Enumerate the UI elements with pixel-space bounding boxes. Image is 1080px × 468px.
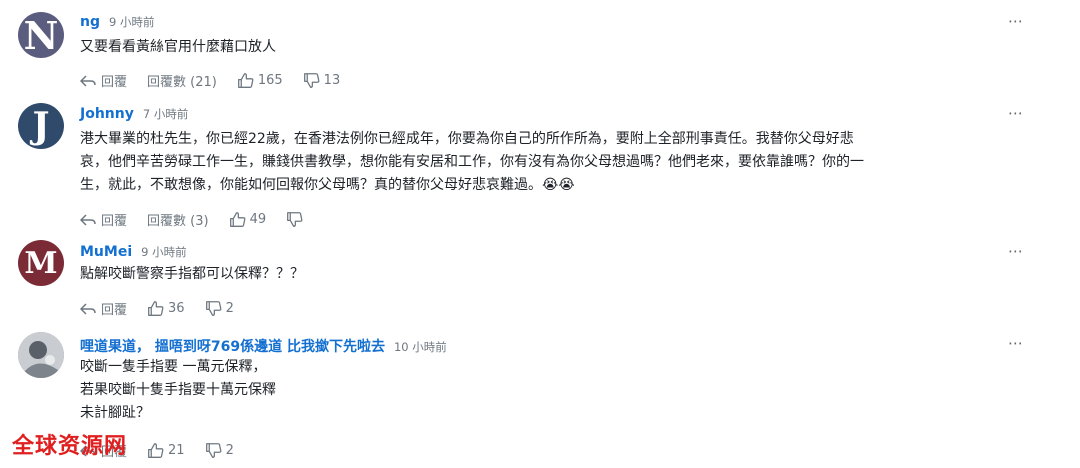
like-button[interactable]: 165	[237, 72, 283, 89]
comment-text: 咬斷一隻手指要 一萬元保釋， 若果咬斷十隻手指要十萬元保釋 未計腳趾？	[80, 359, 276, 421]
dislike-button[interactable]: 13	[303, 72, 341, 89]
watermark-logo: 全球资源网	[12, 434, 128, 459]
more-options-icon[interactable]: ⋯	[1008, 104, 1024, 122]
reply-label: 回覆	[101, 303, 128, 318]
dislike-button[interactable]: 2	[205, 442, 234, 459]
timestamp: 9 小時前	[109, 15, 155, 29]
reply-icon	[80, 74, 96, 87]
replies-count-button[interactable]: 回覆數 (21)	[147, 71, 217, 90]
thumbs-down-icon	[205, 301, 222, 316]
username[interactable]: MuMei	[80, 244, 132, 260]
dislike-button[interactable]	[286, 211, 307, 228]
username[interactable]: Johnny	[80, 106, 134, 122]
thumbs-down-icon	[303, 73, 320, 88]
dislike-count: 2	[225, 301, 234, 316]
reply-button[interactable]: 回覆	[80, 71, 127, 90]
like-button[interactable]: 21	[147, 442, 185, 459]
dislike-count: 13	[323, 73, 341, 88]
reply-button[interactable]: 回覆	[80, 299, 127, 318]
avatar[interactable]: N	[18, 12, 64, 58]
comment-text: 點解咬斷警察手指都可以保釋？？？	[80, 266, 304, 282]
avatar[interactable]	[18, 332, 64, 378]
thumbs-down-icon	[287, 212, 303, 227]
reply-label: 回覆	[101, 214, 128, 229]
comment-text: 港大畢業的杜先生，你已經22歲，在香港法例你已經成年，你要為你自己的所作所為，要…	[80, 131, 864, 193]
thumbs-up-icon	[148, 443, 164, 458]
more-options-icon[interactable]: ⋯	[1008, 12, 1024, 30]
timestamp: 9 小時前	[141, 245, 187, 259]
like-button[interactable]: 49	[229, 211, 267, 228]
reply-button[interactable]: 回覆	[80, 210, 127, 229]
like-count: 49	[249, 212, 267, 227]
thumbs-up-icon	[237, 73, 254, 88]
thumbs-up-icon	[229, 212, 246, 227]
reply-icon	[80, 302, 96, 315]
like-count: 165	[257, 73, 283, 88]
photo-avatar-icon	[18, 332, 64, 378]
reply-icon	[80, 213, 96, 226]
dislike-button[interactable]: 2	[205, 300, 234, 317]
like-count: 36	[168, 301, 185, 316]
replies-count-button[interactable]: 回覆數 (3)	[147, 210, 209, 229]
thumbs-up-icon	[148, 301, 164, 316]
reply-label: 回覆	[101, 75, 128, 90]
timestamp: 10 小時前	[393, 340, 447, 354]
comment-text: 又要看看黃絲官用什麼藉口放人	[80, 39, 276, 55]
username[interactable]: 哩道果道， 搵唔到呀769係邊道 比我撳下先啦去	[80, 336, 385, 356]
timestamp: 7 小時前	[142, 107, 189, 121]
like-count: 21	[168, 443, 185, 458]
more-options-icon[interactable]: ⋯	[1008, 334, 1024, 352]
avatar[interactable]: J	[18, 103, 64, 149]
more-options-icon[interactable]: ⋯	[1008, 242, 1024, 260]
avatar[interactable]: M	[18, 240, 64, 286]
dislike-count: 2	[225, 443, 234, 458]
like-button[interactable]: 36	[147, 300, 185, 317]
thumbs-down-icon	[205, 443, 222, 458]
username[interactable]: ng	[80, 14, 100, 30]
